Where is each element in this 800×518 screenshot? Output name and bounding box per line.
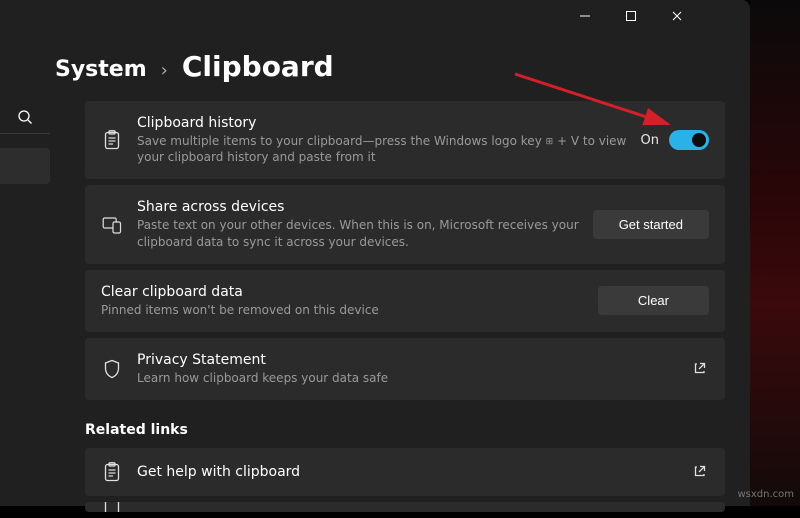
setting-title: Share across devices xyxy=(137,199,579,215)
setting-description: Pinned items won't be removed on this de… xyxy=(101,302,584,318)
clipboard-icon xyxy=(101,462,123,482)
breadcrumb-current: Clipboard xyxy=(182,50,334,83)
chevron-right-icon: › xyxy=(161,60,168,81)
maximize-button[interactable] xyxy=(608,0,654,32)
setting-clipboard-history[interactable]: Clipboard history Save multiple items to… xyxy=(85,101,725,179)
setting-title: Privacy Statement xyxy=(137,352,679,368)
open-link-icon xyxy=(693,361,709,377)
open-link-icon xyxy=(693,464,709,480)
get-started-button[interactable]: Get started xyxy=(593,210,709,239)
sidebar-sliver xyxy=(0,100,50,184)
related-item-partial[interactable] xyxy=(85,502,725,512)
minimize-button[interactable] xyxy=(562,0,608,32)
clipboard-history-toggle[interactable] xyxy=(669,130,709,150)
shield-icon xyxy=(101,359,123,379)
setting-title: Clipboard history xyxy=(137,115,627,131)
setting-share-across-devices[interactable]: Share across devices Paste text on your … xyxy=(85,185,725,263)
main-content: System › Clipboard Clipboard history Sav… xyxy=(55,50,735,518)
close-button[interactable] xyxy=(654,0,700,32)
setting-description: Save multiple items to your clipboard—pr… xyxy=(137,133,627,165)
search-button[interactable] xyxy=(0,100,50,134)
devices-icon xyxy=(101,216,123,234)
link-title: Get help with clipboard xyxy=(137,464,679,480)
setting-privacy-statement[interactable]: Privacy Statement Learn how clipboard ke… xyxy=(85,338,725,400)
desktop-background-strip xyxy=(750,0,800,506)
watermark: wsxdn.com xyxy=(737,489,794,500)
related-links-header: Related links xyxy=(85,422,735,438)
breadcrumb: System › Clipboard xyxy=(55,50,735,83)
setting-description: Paste text on your other devices. When t… xyxy=(137,217,579,249)
related-get-help[interactable]: Get help with clipboard xyxy=(85,448,725,496)
toggle-state-label: On xyxy=(641,133,659,148)
setting-description: Learn how clipboard keeps your data safe xyxy=(137,370,679,386)
clear-button[interactable]: Clear xyxy=(598,286,709,315)
clipboard-icon xyxy=(101,502,123,512)
sidebar-selected-item[interactable] xyxy=(0,148,50,184)
window-titlebar xyxy=(0,0,700,32)
breadcrumb-parent[interactable]: System xyxy=(55,57,147,82)
search-icon xyxy=(17,109,33,125)
settings-window: System › Clipboard Clipboard history Sav… xyxy=(0,0,750,506)
setting-clear-clipboard[interactable]: Clear clipboard data Pinned items won't … xyxy=(85,270,725,332)
setting-title: Clear clipboard data xyxy=(101,284,584,300)
desc-text-a: Save multiple items to your clipboard—pr… xyxy=(137,134,546,148)
clipboard-icon xyxy=(101,130,123,150)
